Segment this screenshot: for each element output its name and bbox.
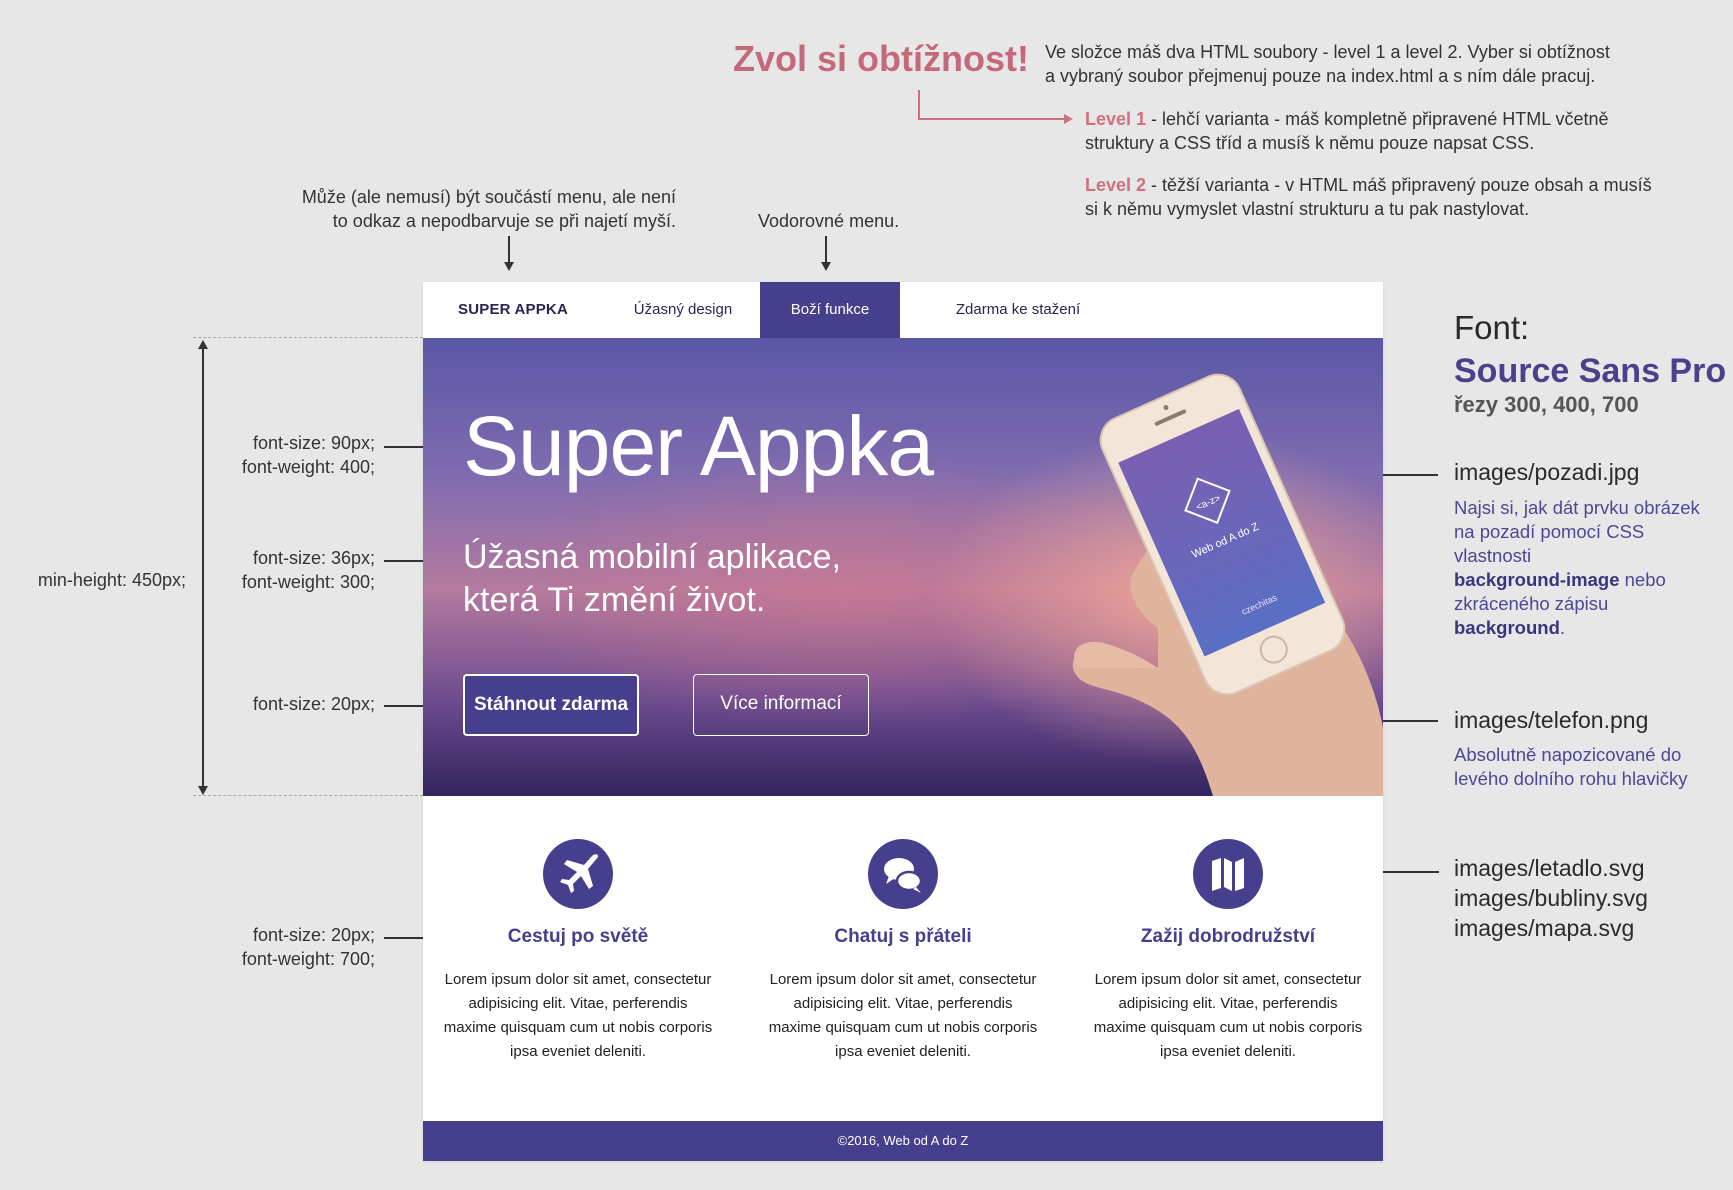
nav-item-features[interactable]: Boží funkce bbox=[760, 282, 900, 338]
min-height-arrow-bottom bbox=[198, 786, 208, 795]
icon-file-1: images/letadlo.svg bbox=[1454, 855, 1645, 881]
title-spec-size: font-size: 90px; bbox=[252, 433, 375, 453]
title-spec: font-size: 90px; font-weight: 400; bbox=[200, 431, 375, 479]
level2-line-1: - těžší varianta - v HTML máš připravený… bbox=[1146, 175, 1652, 195]
nav-item-download[interactable]: Zdarma ke stažení bbox=[923, 282, 1113, 338]
menu-note-arrow bbox=[825, 236, 827, 264]
bg-hint-end: . bbox=[1559, 617, 1566, 638]
bg-file-name: images/pozadi.jpg bbox=[1454, 459, 1640, 485]
hero-subtitle-line-1: Úžasná mobilní aplikace, bbox=[463, 538, 841, 576]
intro-line-1: Ve složce máš dva HTML soubory - level 1… bbox=[1045, 42, 1610, 62]
min-height-arrow bbox=[202, 345, 204, 788]
bg-hint: Najsi si, jak dát prvku obrázek na pozad… bbox=[1454, 496, 1724, 640]
difficulty-arrow-horizontal bbox=[918, 118, 1066, 120]
intro-note: Ve složce máš dva HTML soubory - level 1… bbox=[1045, 40, 1685, 88]
feature-travel-title: Cestuj po světě bbox=[507, 926, 649, 947]
font-name: Source Sans Pro bbox=[1454, 352, 1727, 390]
phone-file-name: images/telefon.png bbox=[1454, 707, 1649, 733]
map-icon bbox=[1193, 839, 1263, 909]
level1-label: Level 1 bbox=[1085, 109, 1147, 129]
brand-note: Může (ale nemusí) být součástí menu, ale… bbox=[250, 185, 676, 233]
menu-note: Vodorovné menu. bbox=[758, 211, 900, 231]
level1-note: Level 1 - lehčí varianta - máš kompletně… bbox=[1085, 107, 1685, 155]
title-spec-weight: font-weight: 400; bbox=[241, 457, 375, 477]
subtitle-spec-weight: font-weight: 300; bbox=[241, 572, 375, 592]
feature-adventure-title: Zažij dobrodružství bbox=[1140, 926, 1316, 947]
feature-spec-weight: font-weight: 700; bbox=[241, 949, 375, 969]
hero-title: Super Appka bbox=[463, 399, 934, 493]
difficulty-arrow-head bbox=[1064, 114, 1073, 124]
nav-item-design[interactable]: Úžasný design bbox=[608, 282, 758, 338]
level1-line-1: - lehčí varianta - máš kompletně připrav… bbox=[1146, 109, 1609, 129]
difficulty-arrow-vertical bbox=[918, 90, 920, 120]
menu-note-arrow-head bbox=[821, 262, 831, 271]
level2-label: Level 2 bbox=[1085, 175, 1147, 195]
download-button[interactable]: Stáhnout zdarma bbox=[463, 674, 639, 736]
subtitle-spec-size: font-size: 36px; bbox=[252, 548, 375, 568]
phone-in-hand-image: <a-z> Web od A do Z czechitas bbox=[983, 368, 1383, 796]
button-spec: font-size: 20px; bbox=[252, 694, 375, 714]
feature-adventure-text: Lorem ipsum dolor sit amet, consectetur … bbox=[1093, 971, 1363, 1060]
level2-note: Level 2 - těžší varianta - v HTML máš př… bbox=[1085, 173, 1685, 221]
phone-hint-line-2: levého dolního rohu hlavičky bbox=[1454, 768, 1688, 789]
hero-top-guide bbox=[193, 337, 423, 338]
difficulty-title: Zvol si obtížnost! bbox=[733, 38, 1029, 79]
feature-spec-size: font-size: 20px; bbox=[252, 925, 375, 945]
features-section: Cestuj po světě Lorem ipsum dolor sit am… bbox=[423, 796, 1383, 1121]
top-nav: SUPER APPKA Úžasný design Boží funkce Zd… bbox=[423, 282, 1383, 338]
font-label: Font: bbox=[1454, 309, 1530, 346]
min-height-arrow-top bbox=[198, 340, 208, 349]
intro-line-2: a vybraný soubor přejmenuj pouze na inde… bbox=[1045, 66, 1596, 86]
level2-line-2: si k němu vymyslet vlastní strukturu a t… bbox=[1085, 199, 1530, 219]
hero-subtitle: Úžasná mobilní aplikace, která Ti změní … bbox=[463, 536, 883, 622]
brand-note-arrow-head bbox=[504, 262, 514, 271]
bg-hint-line-3: nebo bbox=[1619, 569, 1666, 590]
feature-chat-title: Chatuj s přáteli bbox=[834, 926, 972, 947]
subtitle-spec: font-size: 36px; font-weight: 300; bbox=[200, 546, 375, 594]
brand-note-line-1: Může (ale nemusí) být součástí menu, ale… bbox=[301, 187, 676, 207]
nav-brand: SUPER APPKA bbox=[458, 301, 568, 318]
phone-hint: Absolutně napozicované do levého dolního… bbox=[1454, 743, 1724, 791]
hero-subtitle-line-2: která Ti změní život. bbox=[463, 581, 766, 619]
more-info-button[interactable]: Více informací bbox=[693, 674, 869, 736]
website-mockup: SUPER APPKA Úžasný design Boží funkce Zd… bbox=[423, 282, 1383, 1161]
bg-hint-line-4: zkráceného zápisu bbox=[1454, 593, 1609, 614]
level1-line-2: struktury a CSS tříd a musíš k němu pouz… bbox=[1085, 133, 1535, 153]
airplane-icon bbox=[543, 839, 613, 909]
feature-spec: font-size: 20px; font-weight: 700; bbox=[200, 923, 375, 971]
chat-bubbles-icon bbox=[868, 839, 938, 909]
icon-file-2: images/bubliny.svg bbox=[1454, 885, 1648, 911]
min-height-spec: min-height: 450px; bbox=[37, 570, 186, 590]
bg-hint-bold-2: background bbox=[1454, 617, 1560, 638]
icon-files: images/letadlo.svg images/bubliny.svg im… bbox=[1454, 853, 1648, 943]
hero-bottom-guide bbox=[193, 795, 423, 796]
brand-note-line-2: to odkaz a nepodbarvuje se při najetí my… bbox=[332, 211, 676, 231]
icon-file-3: images/mapa.svg bbox=[1454, 915, 1635, 941]
feature-chat-text: Lorem ipsum dolor sit amet, consectetur … bbox=[768, 971, 1038, 1060]
bg-hint-bold-1: background-image bbox=[1454, 569, 1620, 590]
phone-hint-line-1: Absolutně napozicované do bbox=[1454, 744, 1682, 765]
hero-header: Super Appka Úžasná mobilní aplikace, kte… bbox=[423, 338, 1383, 796]
brand-note-arrow bbox=[508, 236, 510, 264]
footer: ©2016, Web od A do Z bbox=[423, 1121, 1383, 1161]
bg-hint-line-2: na pozadí pomocí CSS vlastnosti bbox=[1454, 521, 1645, 566]
font-weights: řezy 300, 400, 700 bbox=[1454, 392, 1639, 417]
feature-travel-text: Lorem ipsum dolor sit amet, consectetur … bbox=[443, 971, 713, 1060]
bg-hint-line-1: Najsi si, jak dát prvku obrázek bbox=[1454, 497, 1700, 518]
